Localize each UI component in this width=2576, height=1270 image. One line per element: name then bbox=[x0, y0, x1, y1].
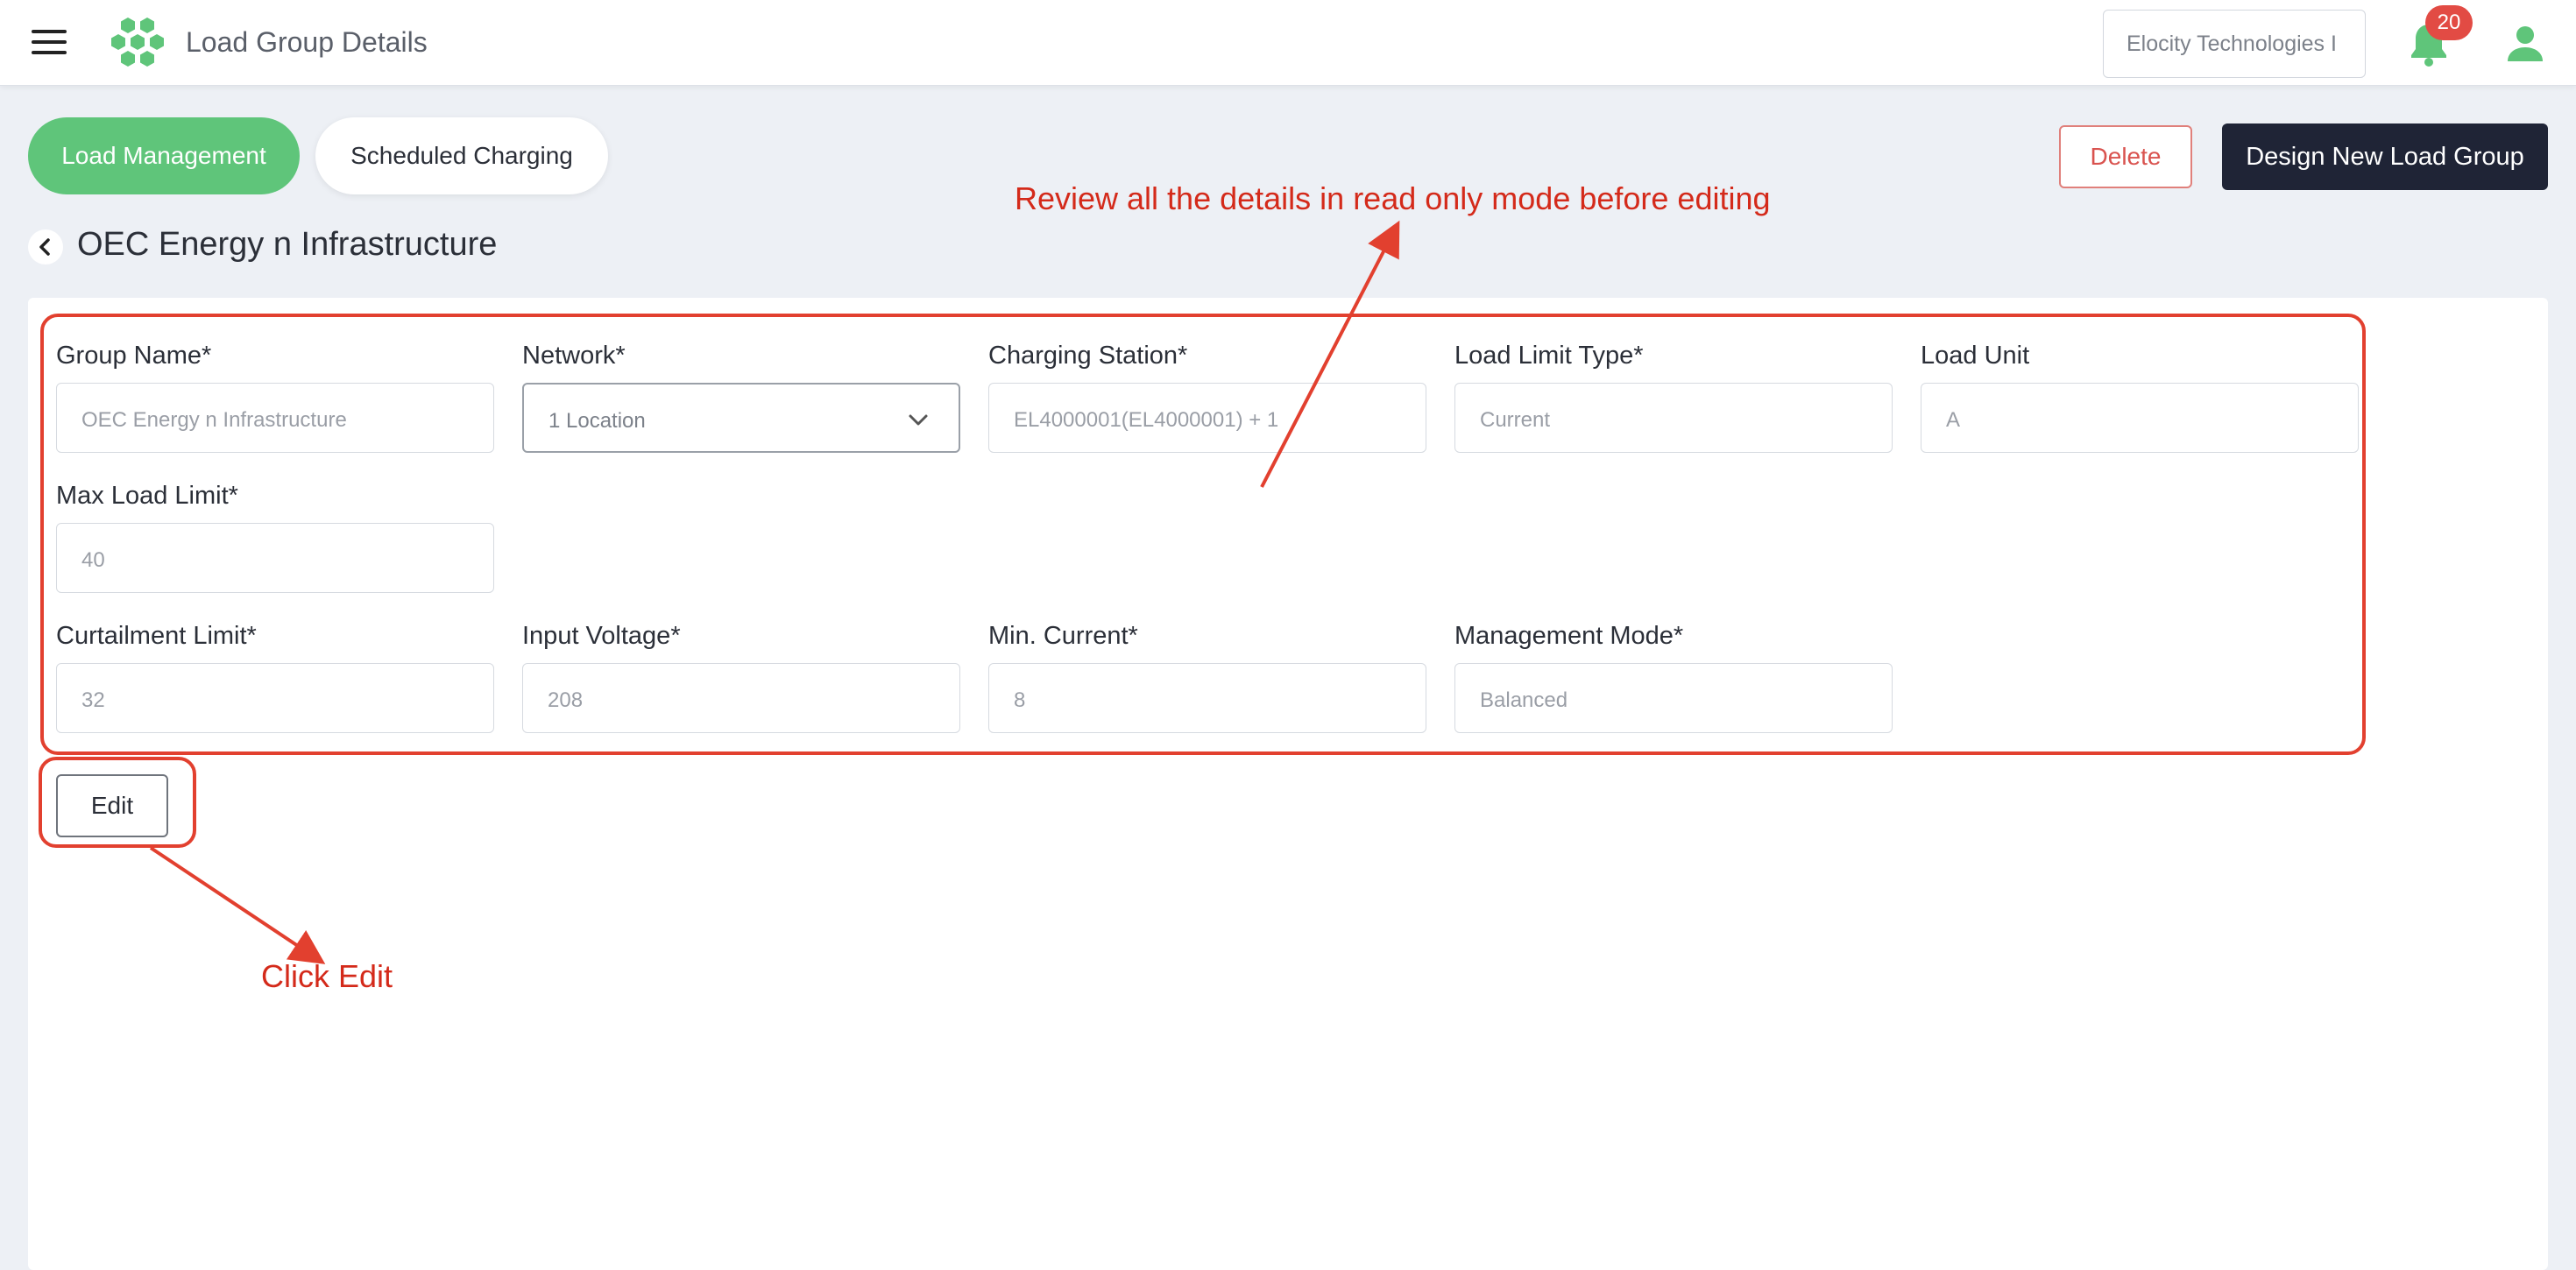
edit-highlight-box bbox=[39, 757, 196, 848]
company-selector[interactable]: Elocity Technologies I bbox=[2103, 10, 2366, 78]
app-title: Load Group Details bbox=[186, 26, 428, 58]
review-annotation-text: Review all the details in read only mode… bbox=[1015, 180, 1771, 216]
form-highlight-box bbox=[40, 314, 2366, 755]
delete-button[interactable]: Delete bbox=[2059, 125, 2192, 188]
tab-load-management[interactable]: Load Management bbox=[28, 117, 300, 194]
page-title: OEC Energy n Infrastructure bbox=[77, 226, 498, 263]
user-profile-icon[interactable] bbox=[2504, 23, 2546, 65]
back-button[interactable] bbox=[28, 229, 63, 265]
chevron-left-icon bbox=[39, 238, 50, 256]
click-edit-annotation-text: Click Edit bbox=[261, 958, 393, 994]
hamburger-menu-icon[interactable] bbox=[32, 30, 67, 56]
design-new-load-group-button[interactable]: Design New Load Group bbox=[2222, 123, 2548, 190]
top-bar: Load Group Details Elocity Technologies … bbox=[0, 0, 2576, 86]
tab-scheduled-charging[interactable]: Scheduled Charging bbox=[315, 117, 608, 194]
app-logo-icon bbox=[111, 18, 164, 67]
notification-count-badge: 20 bbox=[2425, 5, 2473, 40]
